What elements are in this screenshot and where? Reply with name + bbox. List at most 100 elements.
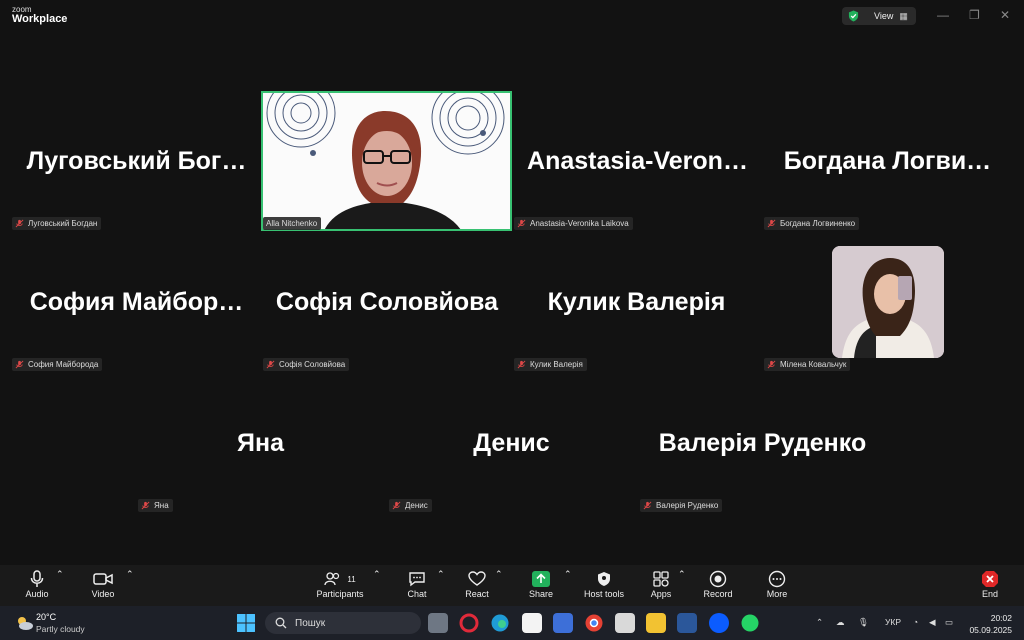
zoom-app-icon[interactable]	[709, 613, 729, 633]
close-icon[interactable]: ✕	[1000, 8, 1010, 22]
windows-taskbar: 20°C Partly cloudy Пошук ⌃ ☁ 🎙 УКР ◔ ◀ ▭…	[0, 606, 1024, 640]
participant-name: Богдана Логвиненко	[780, 219, 856, 228]
end-button[interactable]: End	[978, 569, 1002, 599]
mic-tray-icon[interactable]: 🎙	[858, 617, 869, 628]
mic-muted-icon	[15, 360, 24, 369]
record-icon	[709, 570, 727, 588]
taskbar-search[interactable]: Пошук	[265, 612, 421, 634]
mic-muted-icon	[643, 501, 652, 510]
participant-name: София Майборода	[28, 360, 99, 369]
chat-caret-icon[interactable]: ⌃	[437, 569, 445, 580]
participants-button[interactable]: 11 Participants	[312, 569, 368, 599]
chrome-icon[interactable]	[584, 613, 604, 633]
record-label: Record	[703, 589, 733, 599]
mic-muted-icon	[266, 360, 275, 369]
mic-muted-icon	[392, 501, 401, 510]
record-button[interactable]: Record	[702, 569, 734, 599]
video-caret-icon[interactable]: ⌃	[126, 569, 134, 580]
host-tools-label: Host tools	[583, 589, 625, 599]
search-icon	[275, 617, 287, 629]
tile-name: Валерія Руденко	[658, 429, 867, 457]
participants-count: 11	[347, 574, 356, 584]
store-icon[interactable]	[522, 613, 542, 633]
zoom-logo: zoom Workplace	[12, 6, 67, 25]
share-label: Share	[528, 589, 554, 599]
participant-name: Валерія Руденко	[656, 501, 719, 510]
tile-name: Луговський Бог…	[26, 147, 247, 175]
task-view-icon[interactable]	[428, 613, 448, 633]
share-arrow-icon	[532, 571, 550, 587]
volume-icon[interactable]: ◀	[929, 617, 936, 628]
participant-label: Валерія Руденко	[640, 499, 723, 512]
view-label: View	[874, 11, 894, 21]
weather-widget[interactable]: 20°C Partly cloudy	[14, 611, 85, 635]
audio-button[interactable]: Audio	[20, 569, 54, 599]
tray-chevron-icon[interactable]: ⌃	[816, 617, 823, 628]
more-icon	[768, 570, 786, 588]
tile-name: Богдана Логви…	[783, 147, 992, 175]
weather-temp: 20°C	[36, 612, 57, 622]
apps-button[interactable]: Apps	[648, 569, 674, 599]
participant-name: Мілена Ковальчук	[780, 360, 847, 369]
tile-name: Anastasia-Veron…	[527, 147, 748, 175]
react-caret-icon[interactable]: ⌃	[495, 569, 503, 580]
share-button[interactable]: Share	[526, 569, 556, 599]
participant-name: Денис	[405, 501, 428, 510]
mic-muted-icon	[767, 219, 776, 228]
chat-button[interactable]: Chat	[404, 569, 430, 599]
participant-name: Софія Соловйова	[279, 360, 346, 369]
participant-label: Кулик Валерія	[514, 358, 587, 371]
file-explorer-icon[interactable]	[646, 613, 666, 633]
host-shield-icon	[598, 572, 610, 586]
weather-icon	[18, 617, 33, 630]
app-icon[interactable]	[553, 613, 573, 633]
grid-icon: ▦	[899, 10, 908, 21]
opera-icon[interactable]	[459, 613, 479, 633]
apps-caret-icon[interactable]: ⌃	[678, 569, 686, 580]
tray-app-icon[interactable]: ☁	[836, 617, 845, 628]
shield-check-icon	[848, 10, 859, 22]
camera-icon	[93, 573, 113, 585]
mic-muted-icon	[767, 360, 776, 369]
mic-muted-icon	[517, 219, 526, 228]
clock-time: 20:02	[990, 613, 1012, 623]
audio-label: Audio	[25, 589, 49, 599]
language-indicator[interactable]: УКР	[885, 617, 901, 627]
clock-date: 05.09.2025	[969, 625, 1012, 635]
audio-caret-icon[interactable]: ⌃	[56, 569, 64, 580]
edge-icon[interactable]	[490, 613, 510, 633]
restore-icon[interactable]: ❐	[969, 8, 980, 22]
minimize-icon[interactable]: —	[937, 8, 949, 22]
share-caret-icon[interactable]: ⌃	[564, 569, 572, 580]
wifi-icon[interactable]: ◔	[913, 617, 918, 627]
react-label: React	[465, 589, 489, 599]
chat-label: Chat	[407, 589, 427, 599]
word-icon[interactable]	[677, 613, 697, 633]
host-tools-button[interactable]: Host tools	[583, 569, 625, 599]
video-tile-alla[interactable]	[261, 91, 512, 231]
participants-caret-icon[interactable]: ⌃	[373, 569, 381, 580]
end-icon	[982, 571, 998, 587]
react-button[interactable]: React	[463, 569, 491, 599]
participant-label: Alla Nitchenko	[263, 217, 322, 230]
app-icon[interactable]	[615, 613, 635, 633]
participant-label: София Майборода	[12, 358, 103, 371]
video-button[interactable]: Video	[88, 569, 118, 599]
view-button[interactable]: View ▦	[842, 7, 916, 25]
participant-name: Кулик Валерія	[530, 360, 583, 369]
whatsapp-icon[interactable]	[740, 613, 760, 633]
participants-icon	[324, 572, 340, 586]
mic-muted-icon	[517, 360, 526, 369]
participant-video	[266, 93, 505, 229]
participant-name: Anastasia-Veronika Laikova	[530, 219, 629, 228]
video-tile-milena[interactable]	[832, 246, 944, 358]
more-button[interactable]: More	[764, 569, 790, 599]
battery-icon[interactable]: ▭	[945, 617, 953, 628]
windows-icon[interactable]	[236, 613, 256, 633]
tile-name: София Майбор…	[29, 288, 244, 316]
participant-label: Софія Соловйова	[263, 358, 350, 371]
clock[interactable]: 20:02 05.09.2025	[966, 612, 1012, 636]
apps-icon	[653, 571, 669, 587]
participant-name: Alla Nitchenko	[266, 219, 318, 228]
participant-label: Мілена Ковальчук	[764, 358, 851, 371]
